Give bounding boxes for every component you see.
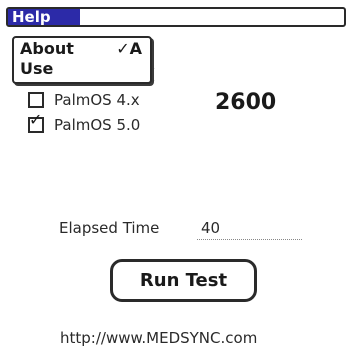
palm-screen: Help About ✓A Use ( PalmOS 4.x ✓ PalmOS … <box>0 0 361 353</box>
footer-url: http://www.MEDSYNC.com <box>60 329 258 347</box>
option-palmos4[interactable]: PalmOS 4.x <box>28 90 140 110</box>
score-value: 2600 <box>215 90 277 115</box>
checkmark-icon: ✓ <box>29 110 43 129</box>
run-test-button[interactable]: Run Test <box>110 259 257 302</box>
menu-help[interactable]: Help <box>8 9 80 25</box>
checkbox-checked-icon[interactable]: ✓ <box>28 112 44 133</box>
option-palmos4-label: PalmOS 4.x <box>54 91 140 109</box>
option-palmos5[interactable]: ✓ PalmOS 5.0 <box>28 112 141 135</box>
menu-item-use[interactable]: Use <box>20 60 53 78</box>
elapsed-time-label: Elapsed Time <box>59 219 160 237</box>
menu-item-about[interactable]: About <box>20 40 74 58</box>
elapsed-time-field-underline <box>197 239 302 240</box>
menu-item-about-shortcut: ✓A <box>116 39 142 58</box>
checkbox-unchecked-icon[interactable] <box>28 92 44 108</box>
option-palmos5-label: PalmOS 5.0 <box>54 116 141 134</box>
elapsed-time-value: 40 <box>201 219 221 237</box>
help-dropdown-menu: About ✓A Use <box>12 36 152 84</box>
menu-bar: Help <box>6 7 346 27</box>
